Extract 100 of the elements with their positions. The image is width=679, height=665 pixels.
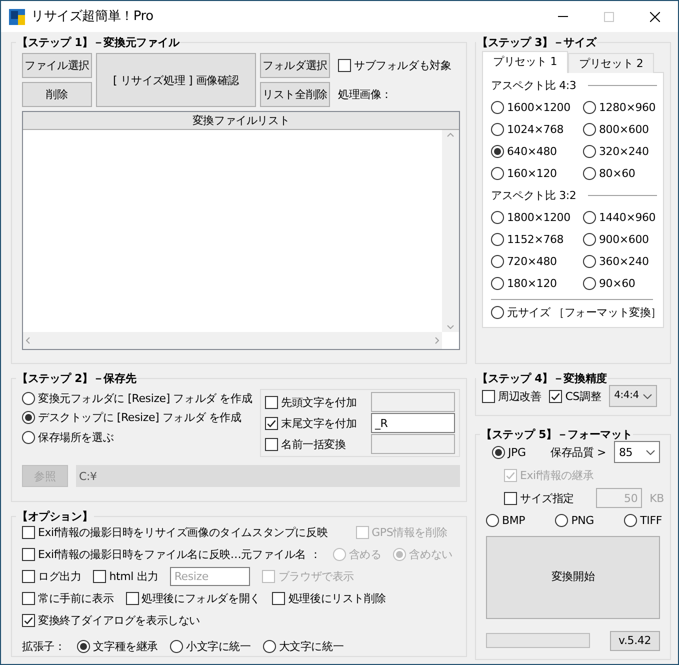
tab[interactable]: プリセット 2 [568,53,654,74]
radio-button[interactable]: 小文字に統一 [170,640,251,654]
radio-indicator[interactable] [491,277,504,290]
checkbox-indicator[interactable] [22,526,35,540]
checkbox[interactable]: 末尾文字を付加 [265,416,357,430]
checkbox-indicator[interactable] [126,592,139,606]
radio-button[interactable]: 1152×768 [491,232,583,246]
dropdown[interactable]: 85 [614,441,660,464]
radio-indicator[interactable] [492,446,505,459]
radio-button[interactable]: JPG [492,446,526,459]
checkbox-indicator[interactable] [265,416,278,430]
radio-indicator[interactable] [583,167,596,180]
radio-indicator[interactable] [77,640,90,654]
radio-button[interactable]: 320×240 [583,144,657,158]
action-button[interactable]: ファイル選択 [22,53,92,78]
start-button[interactable]: 変換開始 [486,536,660,619]
checkbox[interactable]: Exif情報の撮影日時をリサイズ画像のタイムスタンプに反映 [22,526,328,540]
radio-indicator[interactable] [583,210,596,224]
radio-button[interactable]: デスクトップに [Resize] フォルダ を作成 [22,411,260,425]
tab[interactable]: プリセット 1 [482,51,568,74]
radio-indicator[interactable] [583,145,596,158]
checkbox[interactable]: 変換終了ダイアログを表示しない [22,614,200,628]
radio-indicator[interactable] [491,254,504,268]
checkbox[interactable]: html 出力 [93,570,158,584]
checkbox-indicator[interactable] [272,592,286,606]
radio-indicator[interactable] [555,514,568,528]
checkbox-indicator[interactable] [265,396,278,409]
text-field[interactable] [371,434,455,454]
radio-indicator[interactable] [491,122,504,136]
checkbox-indicator[interactable] [338,59,351,72]
radio-button[interactable]: PNG [555,514,594,528]
radio-indicator[interactable] [583,100,596,114]
checkbox-indicator[interactable] [22,614,35,628]
radio-indicator[interactable] [486,514,499,528]
radio-button[interactable]: 文字種を継承 [77,640,158,654]
radio-indicator[interactable] [262,640,276,654]
checkbox-indicator[interactable] [22,592,35,606]
radio-button[interactable]: 大文字に統一 [262,640,344,654]
checkbox[interactable]: 名前一括変換 [265,438,346,451]
vertical-scrollbar[interactable] [442,130,459,332]
radio-indicator[interactable] [491,232,504,246]
checkbox[interactable]: 処理後にフォルダを開く [126,592,260,606]
radio-button[interactable]: 1600×1200 [491,100,583,114]
checkbox-indicator[interactable] [22,548,35,562]
horizontal-scrollbar[interactable] [23,332,442,350]
radio-button[interactable]: 変換元フォルダに [Resize] フォルダ を作成 [22,392,260,406]
checkbox[interactable]: CS調整 [549,390,602,403]
radio-button[interactable]: BMP [486,514,526,528]
radio-button[interactable]: 900×600 [583,232,657,246]
radio-indicator[interactable] [491,306,504,320]
radio-indicator[interactable] [491,145,504,158]
file-list[interactable]: 変換ファイルリスト [22,111,460,350]
radio-indicator[interactable] [491,210,504,224]
text-field[interactable]: _R [371,413,455,434]
radio-indicator[interactable] [491,100,504,114]
checkbox[interactable]: 周辺改善 [482,390,542,403]
checkbox[interactable]: 先頭文字を付加 [265,396,357,409]
action-button[interactable]: リスト全削除 [260,82,330,108]
radio-button[interactable]: 180×120 [491,277,583,290]
checkbox-indicator[interactable] [93,570,106,584]
radio-button[interactable]: 160×120 [491,167,583,180]
radio-button[interactable]: 元サイズ ［フォーマット変換］ [491,306,662,320]
radio-button[interactable]: 800×600 [583,122,657,136]
radio-button[interactable]: 720×480 [491,254,583,268]
radio-button[interactable]: 640×480 [491,144,583,158]
checkbox[interactable]: 常に手前に表示 [22,592,114,606]
radio-indicator[interactable] [583,254,596,268]
radio-button[interactable]: 1024×768 [491,122,583,136]
radio-indicator[interactable] [22,411,35,424]
radio-indicator[interactable] [170,640,184,654]
checkbox-indicator[interactable] [504,492,517,505]
preview-button[interactable]: [ リサイズ処理 ] 画像確認 [96,53,256,108]
checkbox[interactable]: サブフォルダも対象 [338,53,452,78]
radio-button[interactable]: 90×60 [583,277,657,290]
action-button[interactable]: 削除 [22,82,92,108]
radio-indicator[interactable] [624,514,638,528]
path-field[interactable]: C:¥ [76,465,460,488]
checkbox-indicator[interactable] [22,570,35,584]
checkbox[interactable]: 処理後にリスト削除 [272,592,386,606]
radio-button[interactable]: 360×240 [583,254,657,268]
checkbox-indicator[interactable] [549,390,562,403]
radio-button[interactable]: 1440×960 [583,210,657,224]
checkbox-indicator[interactable] [265,438,278,451]
checkbox[interactable]: Exif情報の撮影日時をファイル名に反映…元ファイル名 [22,548,306,562]
radio-button[interactable]: TIFF [624,514,662,528]
checkbox[interactable]: サイズ指定 [504,492,574,505]
checkbox-indicator[interactable] [482,390,495,403]
radio-indicator[interactable] [22,430,35,444]
radio-indicator[interactable] [22,392,35,406]
radio-indicator[interactable] [491,167,504,180]
radio-indicator[interactable] [583,277,596,290]
radio-indicator[interactable] [583,122,596,136]
radio-button[interactable]: 保存場所を選ぶ [22,430,260,444]
radio-button[interactable]: 80×60 [583,167,657,180]
radio-button[interactable]: 1280×960 [583,100,657,114]
checkbox[interactable]: ログ出力 [22,570,82,584]
action-button[interactable]: フォルダ選択 [260,53,330,78]
radio-button[interactable]: 1800×1200 [491,210,583,224]
text-field[interactable] [371,392,455,412]
radio-indicator[interactable] [583,232,596,246]
